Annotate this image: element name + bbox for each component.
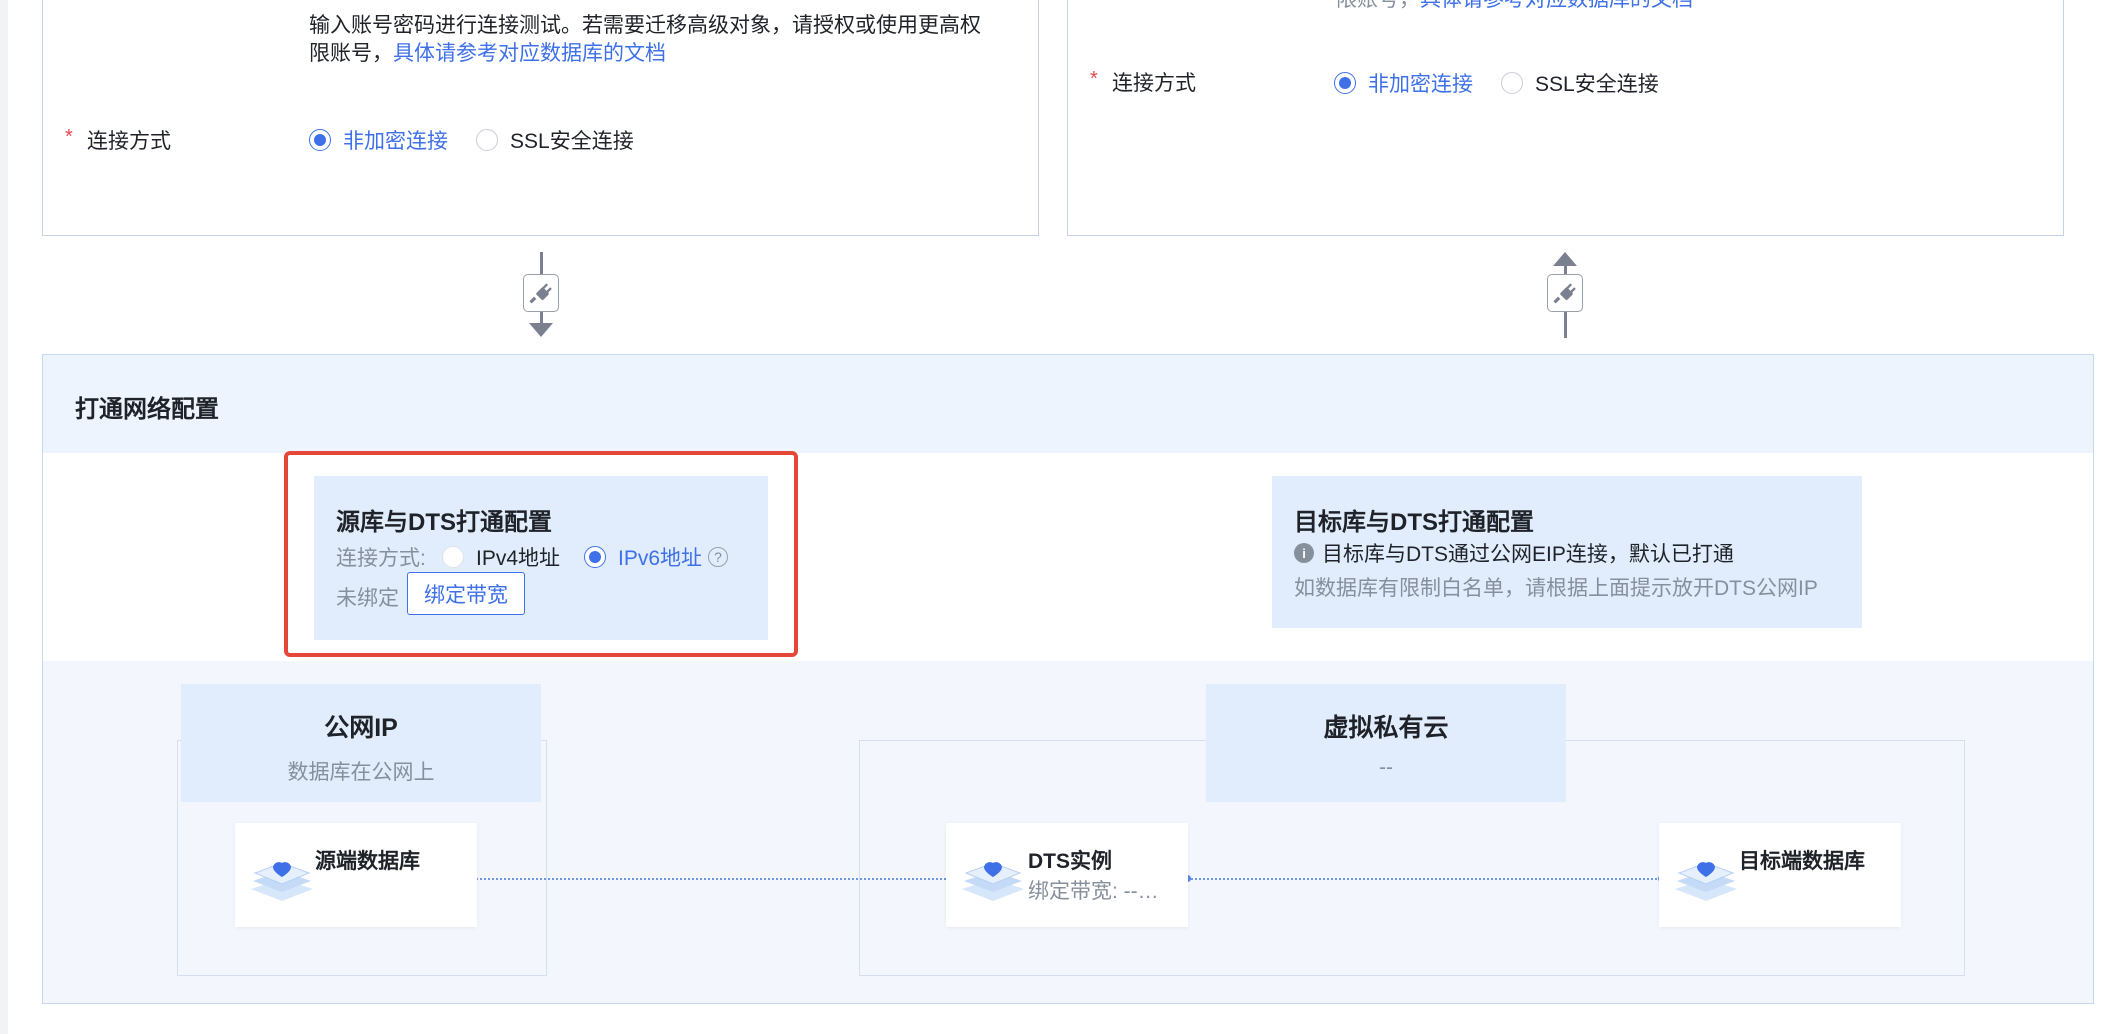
target-desc: 限账号，具体请参考对应数据库的文档 bbox=[1336, 0, 1693, 14]
dts-instance-icon bbox=[962, 862, 1024, 901]
radio-label: SSL安全连接 bbox=[1535, 73, 1659, 96]
source-db-node[interactable]: 源端数据库 bbox=[235, 823, 477, 927]
bind-status: 未绑定 bbox=[336, 587, 399, 610]
radio-circle bbox=[584, 546, 607, 568]
radio-label: SSL安全连接 bbox=[510, 130, 634, 153]
required-mark: * bbox=[65, 126, 73, 148]
whitelist-hint: 如数据库有限制白名单，请根据上面提示放开DTS公网IP bbox=[1294, 577, 1818, 600]
source-desc-line1: 输入账号密码进行连接测试。若需要迁移高级对象，请授权或使用更高权 bbox=[309, 14, 981, 37]
target-dts-config-box: 目标库与DTS打通配置 i 目标库与DTS通过公网EIP连接，默认已打通 如数据… bbox=[1272, 476, 1862, 628]
dts-target-link bbox=[1187, 878, 1661, 880]
vpc-zone-header: 虚拟私有云 -- bbox=[1206, 684, 1566, 802]
radio-label: 非加密连接 bbox=[343, 130, 448, 153]
source-radio-ssl[interactable]: SSL安全连接 bbox=[476, 125, 634, 155]
radio-circle bbox=[442, 546, 464, 568]
radio-label: 非加密连接 bbox=[1368, 73, 1473, 96]
ip-version-radio-group: IPv4地址 IPv6地址 ? bbox=[442, 542, 729, 572]
radio-circle bbox=[1334, 72, 1356, 94]
source-doc-link[interactable]: 具体请参考对应数据库的文档 bbox=[393, 42, 666, 65]
vpc-title: 虚拟私有云 bbox=[1323, 714, 1449, 742]
target-db-card: 限账号，具体请参考对应数据库的文档 * 连接方式 非加密连接 SSL安全连接 bbox=[1067, 0, 2064, 236]
target-doc-link[interactable]: 具体请参考对应数据库的文档 bbox=[1420, 0, 1693, 11]
radio-circle bbox=[309, 129, 331, 151]
target-desc-fragment: 限账号， bbox=[1336, 0, 1420, 11]
target-conn-radio-group: 非加密连接 SSL安全连接 bbox=[1334, 68, 1687, 98]
radio-circle bbox=[1501, 72, 1523, 94]
bind-bandwidth-button[interactable]: 绑定带宽 bbox=[407, 572, 525, 615]
source-desc: 输入账号密码进行连接测试。若需要迁移高级对象，请授权或使用更高权 限账号，具体请… bbox=[309, 12, 1029, 68]
radio-label: IPv4地址 bbox=[476, 547, 561, 570]
network-config-header: 打通网络配置 bbox=[43, 355, 2093, 453]
source-desc-line2: 限账号， bbox=[309, 42, 393, 65]
radio-circle bbox=[476, 129, 498, 151]
network-config-section: 打通网络配置 源库与DTS打通配置 连接方式: IPv4地址 IPv6地址 ? … bbox=[42, 354, 2094, 1004]
public-ip-title: 公网IP bbox=[324, 714, 398, 742]
target-radio-ssl[interactable]: SSL安全连接 bbox=[1501, 68, 1659, 98]
target-info-text: 目标库与DTS通过公网EIP连接，默认已打通 bbox=[1322, 543, 1734, 566]
public-ip-subtitle: 数据库在公网上 bbox=[287, 761, 435, 784]
dts-instance-node[interactable]: DTS实例 绑定带宽: --… bbox=[946, 823, 1188, 927]
source-conn-label: 连接方式 bbox=[87, 130, 171, 153]
dts-instance-label: DTS实例 bbox=[1028, 850, 1112, 873]
target-info-row: i 目标库与DTS通过公网EIP连接，默认已打通 bbox=[1294, 538, 1734, 568]
target-conn-label: 连接方式 bbox=[1112, 72, 1196, 95]
source-conn-method-label: 连接方式: bbox=[336, 547, 426, 570]
left-rail bbox=[0, 0, 8, 1034]
source-db-label: 源端数据库 bbox=[315, 850, 420, 873]
target-radio-non-encrypted[interactable]: 非加密连接 bbox=[1334, 68, 1473, 98]
plug-icon bbox=[523, 274, 559, 312]
source-conn-radio-group: 非加密连接 SSL安全连接 bbox=[309, 125, 662, 155]
required-mark: * bbox=[1090, 68, 1098, 90]
radio-ipv6[interactable]: IPv6地址 bbox=[584, 542, 702, 572]
target-dts-config-title: 目标库与DTS打通配置 bbox=[1294, 509, 1534, 536]
source-dts-link bbox=[472, 878, 950, 880]
info-icon: i bbox=[1294, 543, 1314, 563]
radio-ipv4[interactable]: IPv4地址 bbox=[442, 542, 560, 572]
radio-label: IPv6地址 bbox=[618, 547, 703, 570]
vpc-subtitle: -- bbox=[1379, 756, 1393, 779]
plug-icon bbox=[1547, 274, 1583, 312]
help-icon[interactable]: ? bbox=[708, 547, 729, 567]
target-db-label: 目标端数据库 bbox=[1739, 850, 1865, 873]
source-dts-config-title: 源库与DTS打通配置 bbox=[336, 509, 552, 536]
source-radio-non-encrypted[interactable]: 非加密连接 bbox=[309, 125, 448, 155]
public-ip-zone-header: 公网IP 数据库在公网上 bbox=[181, 684, 541, 802]
target-db-node[interactable]: 目标端数据库 bbox=[1659, 823, 1901, 927]
source-dts-config-box: 源库与DTS打通配置 连接方式: IPv4地址 IPv6地址 ? 未绑定 绑定带… bbox=[314, 476, 768, 640]
database-icon bbox=[1675, 862, 1737, 901]
network-config-title: 打通网络配置 bbox=[75, 396, 219, 423]
arrow-down-icon bbox=[529, 323, 553, 337]
source-db-card: 输入账号密码进行连接测试。若需要迁移高级对象，请授权或使用更高权 限账号，具体请… bbox=[42, 0, 1039, 236]
database-icon bbox=[251, 862, 313, 901]
dts-bandwidth-label: 绑定带宽: --… bbox=[1028, 880, 1159, 903]
